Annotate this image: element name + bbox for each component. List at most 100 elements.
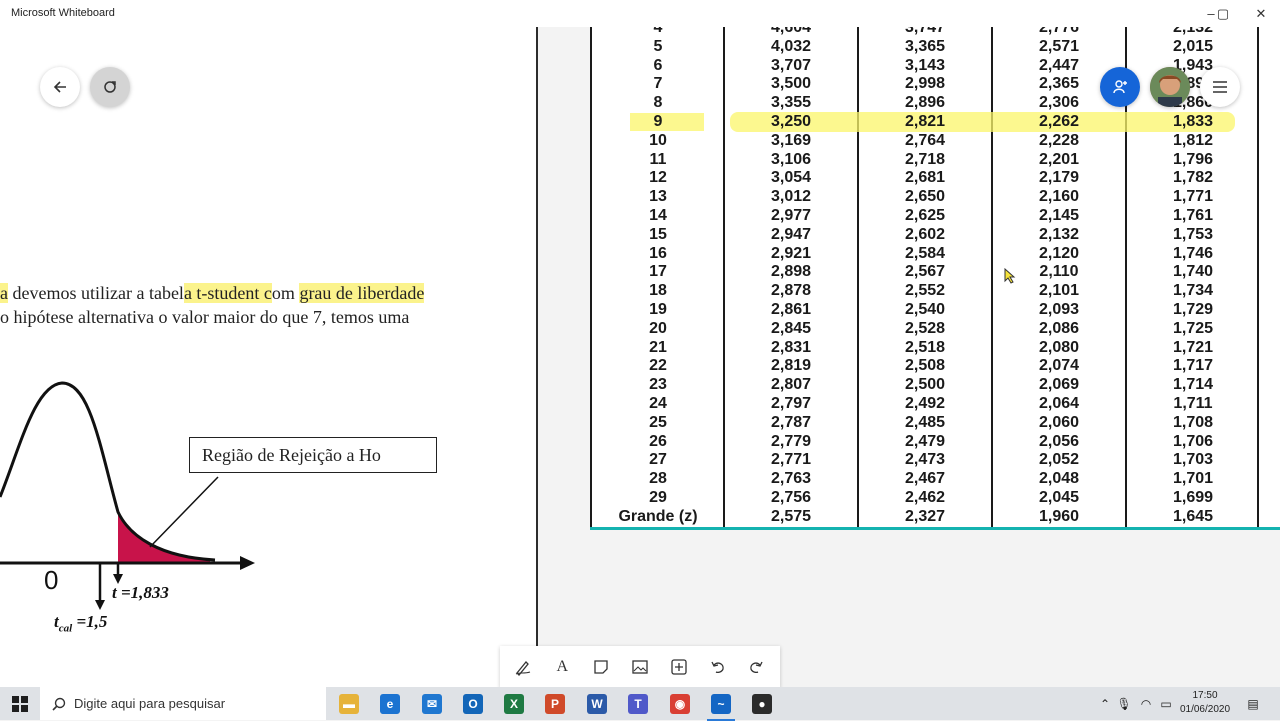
whiteboard-icon: ~ xyxy=(711,694,731,714)
critical-value-cell: 2,327 xyxy=(904,507,946,525)
note-tool[interactable] xyxy=(586,652,616,682)
pen-tool[interactable] xyxy=(508,652,538,682)
critical-value-cell: 2,756 xyxy=(770,489,812,506)
critical-value-cell: 2,776 xyxy=(1038,27,1080,36)
table-row: 13 3,012 2,650 2,160 1,771 xyxy=(590,188,1280,207)
x-axis-arrowhead xyxy=(240,556,255,570)
df-cell: 9 xyxy=(653,113,663,130)
table-row: 17 2,898 2,567 2,110 1,740 xyxy=(590,263,1280,282)
critical-value-cell: 2,977 xyxy=(770,207,812,224)
critical-value-cell: 1,734 xyxy=(1172,282,1214,300)
back-button[interactable] xyxy=(40,67,80,107)
notification-icon[interactable]: ▤ xyxy=(1244,687,1262,720)
text-tool[interactable]: A xyxy=(547,652,577,682)
title-bar: Microsoft Whiteboard – ▢ ✕ xyxy=(0,0,1280,27)
whiteboard-taskbar-button[interactable]: ~ xyxy=(705,690,737,721)
critical-value-cell: 2,508 xyxy=(904,357,946,375)
search-icon xyxy=(52,697,66,711)
taskbar-search[interactable]: Digite aqui para pesquisar xyxy=(40,687,326,720)
critical-value-cell: 2,145 xyxy=(1038,207,1080,224)
wifi-icon[interactable]: ◠ xyxy=(1137,687,1155,720)
teams-taskbar-button[interactable]: T xyxy=(622,690,654,718)
critical-value-cell: 2,771 xyxy=(770,451,812,469)
critical-value-cell: 1,721 xyxy=(1172,338,1214,356)
critical-value-cell: 2,821 xyxy=(904,113,946,130)
df-cell: 13 xyxy=(649,188,667,206)
critical-value-cell: 2,160 xyxy=(1038,188,1080,206)
critical-value-cell: 1,833 xyxy=(1172,113,1214,130)
critical-value-cell: 2,896 xyxy=(904,94,946,112)
critical-value-cell: 2,120 xyxy=(1038,244,1080,262)
teams-icon: T xyxy=(628,694,648,714)
critical-value-cell: 2,228 xyxy=(1038,131,1080,149)
insert-tool[interactable] xyxy=(664,652,694,682)
file-explorer-taskbar-button[interactable]: ▬ xyxy=(333,690,365,718)
word-taskbar-button[interactable]: W xyxy=(581,690,613,718)
tcal-subscript: cal xyxy=(58,622,73,635)
df-cell: 18 xyxy=(649,282,667,300)
rejection-region xyxy=(118,512,210,563)
excel-icon: X xyxy=(504,694,524,714)
critical-value-cell: 1,706 xyxy=(1172,432,1214,450)
critical-value-cell: 1,729 xyxy=(1172,301,1214,318)
critical-value-cell: 2,552 xyxy=(904,282,946,300)
start-button[interactable] xyxy=(4,690,36,718)
outlook-icon: O xyxy=(463,694,483,714)
text-fragment: a xyxy=(0,283,8,303)
table-row: 16 2,921 2,584 2,120 1,746 xyxy=(590,245,1280,264)
image-tool[interactable] xyxy=(625,652,655,682)
critical-value-cell: 2,819 xyxy=(770,357,812,375)
critical-value-cell: 1,714 xyxy=(1172,376,1214,394)
edge-taskbar-button[interactable]: e xyxy=(374,690,406,718)
critical-value-cell: 4,604 xyxy=(770,27,812,36)
clock[interactable]: 17:50 01/06/2020 xyxy=(1170,689,1240,719)
critical-value-cell: 2,093 xyxy=(1038,301,1080,318)
df-cell: 29 xyxy=(649,489,667,506)
chrome-taskbar-button[interactable]: ◉ xyxy=(664,690,696,718)
whiteboard-canvas[interactable]: a devemos utilizar a tabela t-student co… xyxy=(0,27,1280,690)
document-image[interactable]: a devemos utilizar a tabela t-student co… xyxy=(0,27,536,690)
df-cell: 4 xyxy=(653,27,663,36)
outlook-taskbar-button[interactable]: O xyxy=(457,690,489,718)
critical-value-cell: 2,584 xyxy=(904,244,946,262)
mail-taskbar-button[interactable]: ✉ xyxy=(416,690,448,718)
critical-value-cell: 2,681 xyxy=(904,169,946,187)
critical-value-cell: 3,054 xyxy=(770,169,812,187)
tcal-marker-arrow xyxy=(95,600,105,610)
powerpoint-taskbar-button[interactable]: P xyxy=(539,690,571,718)
critical-value-cell: 2,807 xyxy=(770,376,812,394)
menu-button[interactable] xyxy=(1200,67,1240,107)
critical-value-cell: 2,528 xyxy=(904,319,946,337)
obs-taskbar-button[interactable]: ● xyxy=(746,690,778,718)
critical-value-cell: 1,782 xyxy=(1172,169,1214,187)
df-cell: 17 xyxy=(649,263,667,281)
chevron-up-icon[interactable]: ⌃ xyxy=(1097,687,1113,720)
avatar[interactable] xyxy=(1150,67,1190,107)
critical-value-cell: 1,960 xyxy=(1038,507,1080,525)
paragraph-line-1: a devemos utilizar a tabela t-student co… xyxy=(0,283,425,304)
rejection-region-label: Região de Rejeição a Ho xyxy=(189,437,437,473)
back-arrow-icon xyxy=(53,81,66,93)
critical-value-cell: 2,179 xyxy=(1038,169,1080,187)
microphone-icon[interactable]: 🎙 xyxy=(1115,687,1133,720)
close-button[interactable]: ✕ xyxy=(1238,0,1280,27)
excel-taskbar-button[interactable]: X xyxy=(498,690,530,718)
critical-value-cell: 2,069 xyxy=(1038,376,1080,394)
distribution-curve xyxy=(0,381,216,562)
critical-value-cell: 2,571 xyxy=(1038,37,1080,55)
critical-value-cell: 3,707 xyxy=(770,56,812,74)
df-cell: 28 xyxy=(649,470,667,488)
table-row: 21 2,831 2,518 2,080 1,721 xyxy=(590,339,1280,358)
redo-button[interactable] xyxy=(741,652,771,682)
table-row: Grande (z) 2,575 2,327 1,960 1,645 xyxy=(590,508,1280,527)
df-cell: 25 xyxy=(649,413,667,431)
undo-button[interactable] xyxy=(703,652,733,682)
table-row: 10 3,169 2,764 2,228 1,812 xyxy=(590,132,1280,151)
invite-button[interactable] xyxy=(1100,67,1140,107)
critical-value-cell: 2,518 xyxy=(904,338,946,356)
critical-value-cell: 2,064 xyxy=(1038,395,1080,412)
df-cell: Grande (z) xyxy=(618,507,698,525)
critical-value-cell: 2,861 xyxy=(770,301,812,318)
df-cell: 19 xyxy=(649,301,667,318)
sync-button[interactable] xyxy=(90,67,130,107)
